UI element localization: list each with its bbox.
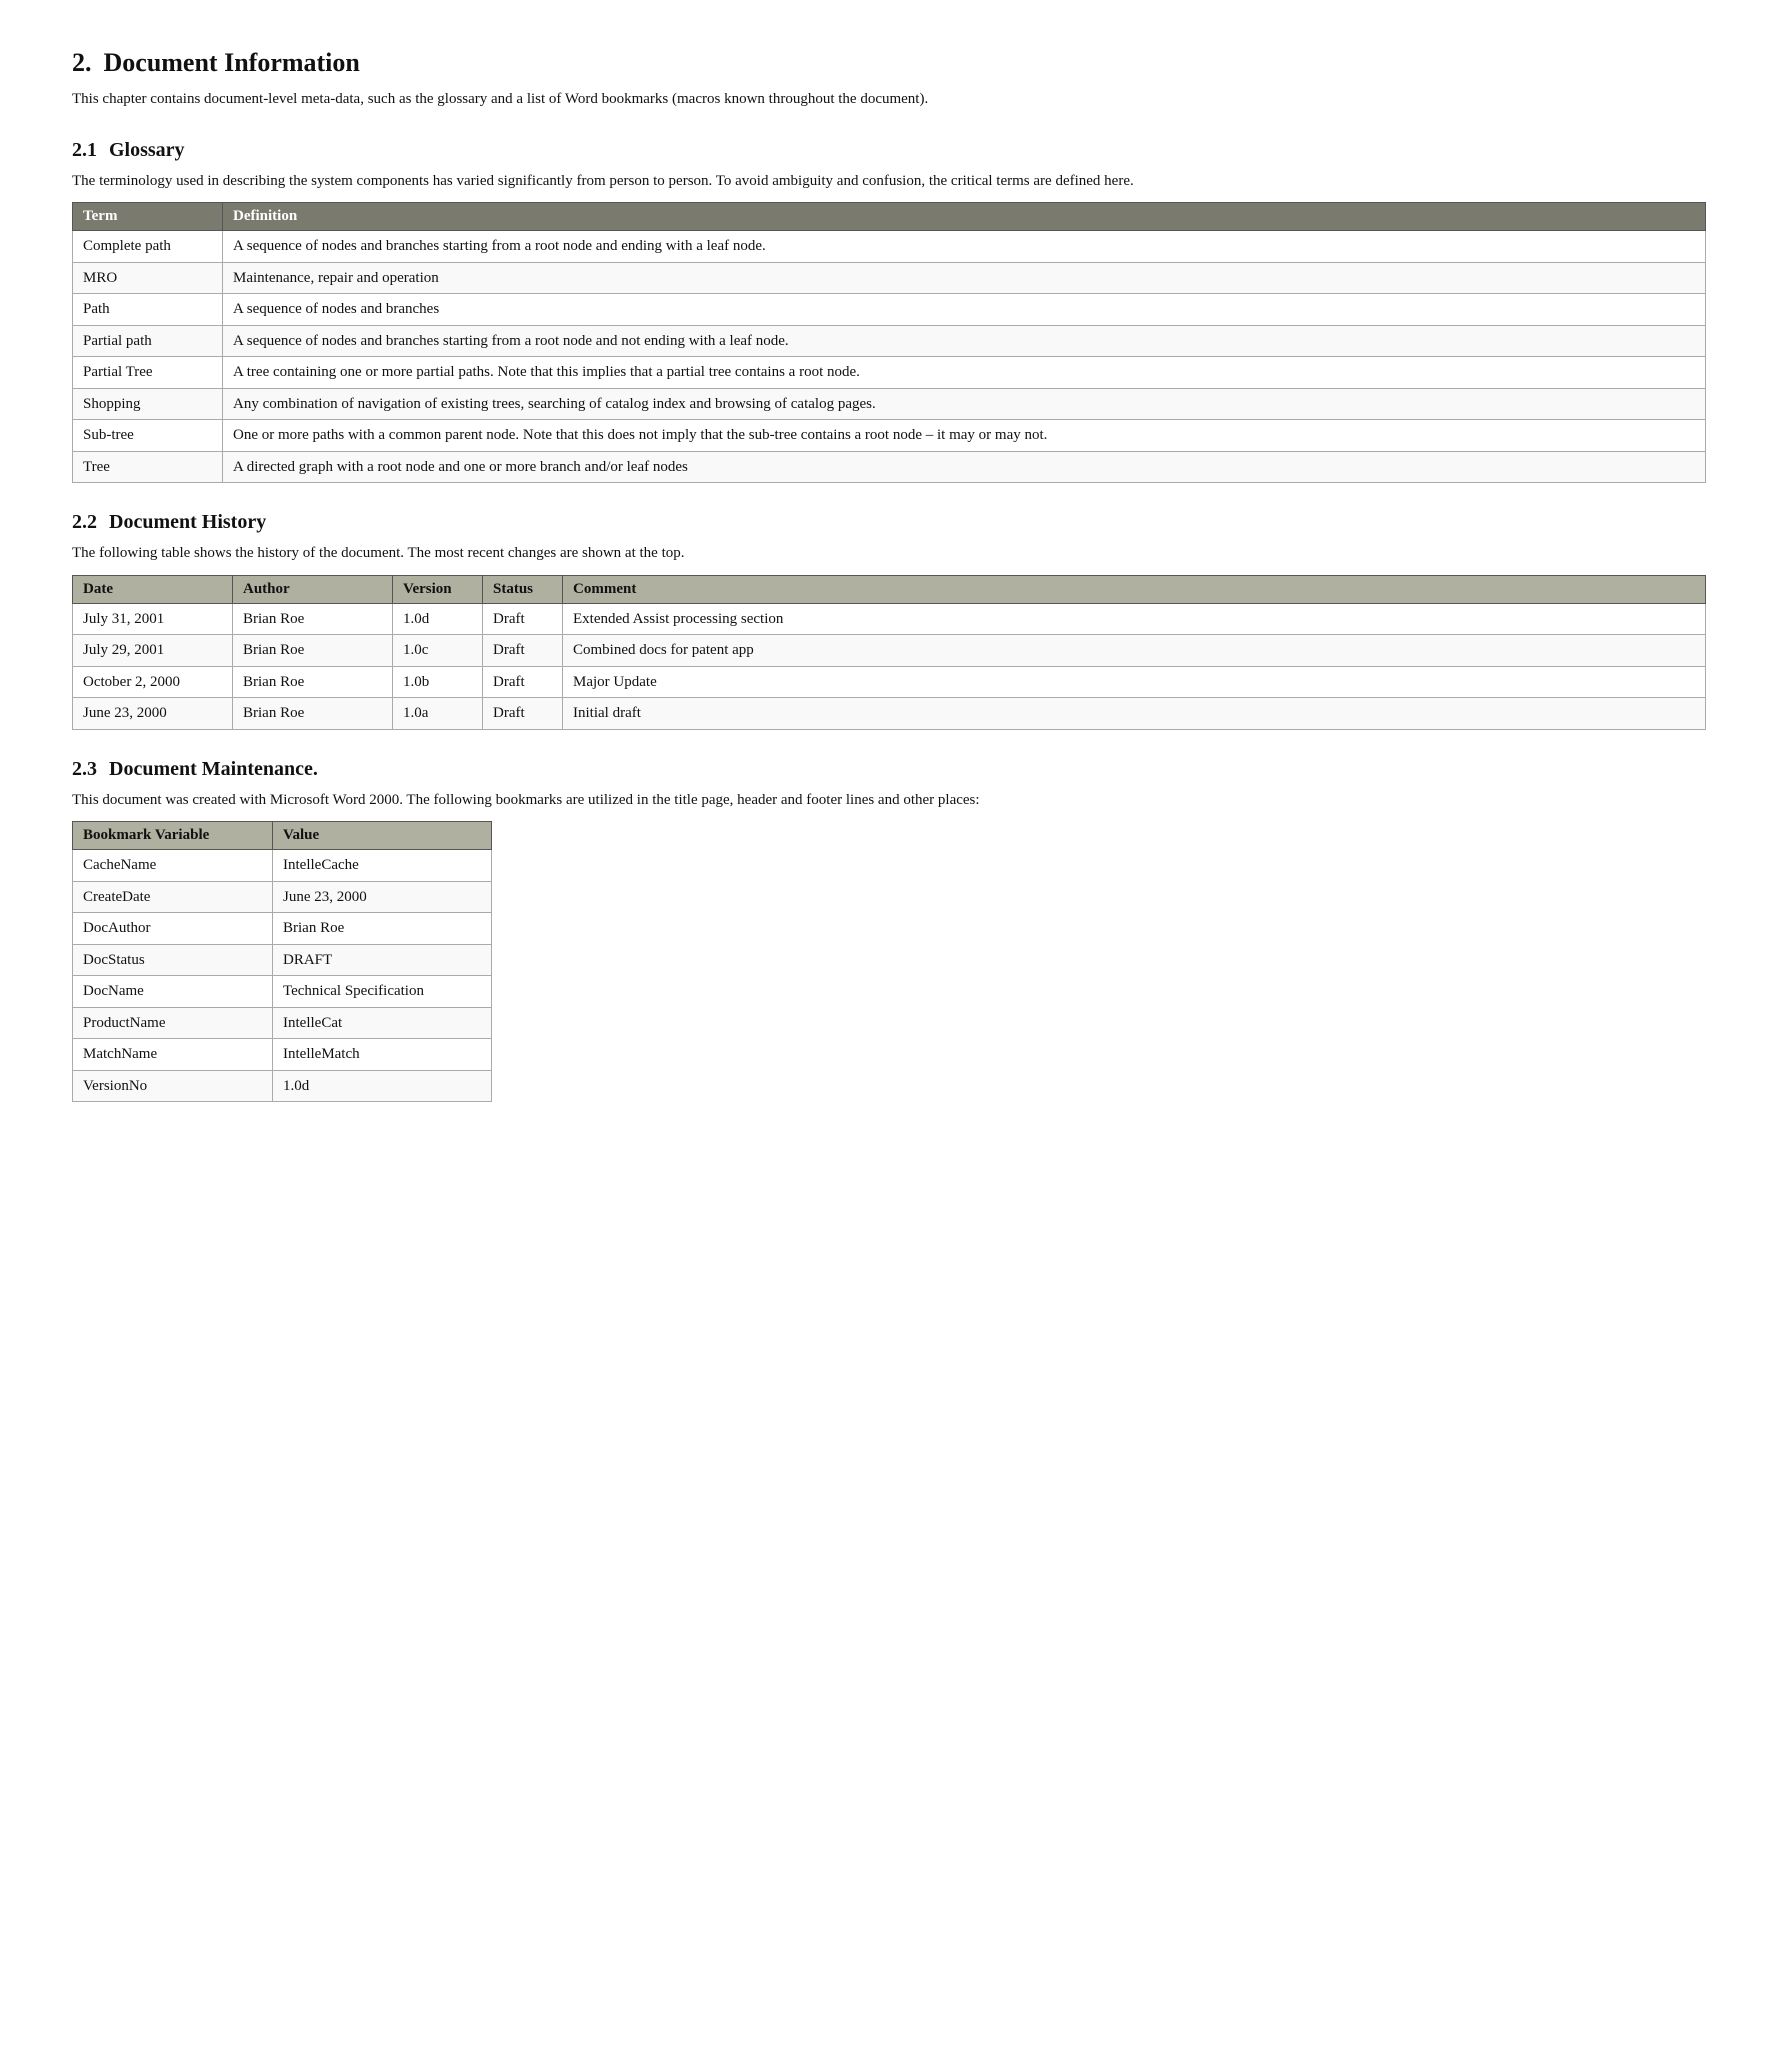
bookmark-variable: CacheName xyxy=(73,850,273,882)
section-23-number: 2.3 xyxy=(72,758,97,780)
bookmark-variable: CreateDate xyxy=(73,881,273,913)
bookmark-value: June 23, 2000 xyxy=(273,881,492,913)
history-col-status: Status xyxy=(483,575,563,603)
history-col-date: Date xyxy=(73,575,233,603)
glossary-table: Term Definition Complete pathA sequence … xyxy=(72,202,1706,483)
glossary-col-definition: Definition xyxy=(223,203,1706,231)
bookmark-value: Technical Specification xyxy=(273,976,492,1008)
bookmark-variable: MatchName xyxy=(73,1039,273,1071)
glossary-definition: One or more paths with a common parent n… xyxy=(223,420,1706,452)
history-row: July 31, 2001Brian Roe1.0dDraftExtended … xyxy=(73,603,1706,635)
history-status: Draft xyxy=(483,603,563,635)
bookmark-value: IntelleCache xyxy=(273,850,492,882)
bookmark-table: Bookmark Variable Value CacheNameIntelle… xyxy=(72,821,492,1102)
glossary-definition: A sequence of nodes and branches startin… xyxy=(223,231,1706,263)
history-version: 1.0b xyxy=(393,666,483,698)
history-author: Brian Roe xyxy=(233,603,393,635)
section-21-number: 2.1 xyxy=(72,139,97,161)
glossary-row: PathA sequence of nodes and branches xyxy=(73,294,1706,326)
bookmark-row: DocStatusDRAFT xyxy=(73,944,492,976)
section-23-title: 2.3Document Maintenance. xyxy=(72,758,1706,781)
bookmark-row: DocAuthorBrian Roe xyxy=(73,913,492,945)
bookmark-row: CacheNameIntelleCache xyxy=(73,850,492,882)
glossary-row: ShoppingAny combination of navigation of… xyxy=(73,388,1706,420)
section-22-number: 2.2 xyxy=(72,511,97,533)
glossary-row: MROMaintenance, repair and operation xyxy=(73,262,1706,294)
bookmark-col-variable: Bookmark Variable xyxy=(73,822,273,850)
history-row: June 23, 2000Brian Roe1.0aDraftInitial d… xyxy=(73,698,1706,730)
glossary-term: Complete path xyxy=(73,231,223,263)
history-author: Brian Roe xyxy=(233,698,393,730)
glossary-row: TreeA directed graph with a root node an… xyxy=(73,451,1706,483)
glossary-row: Sub-treeOne or more paths with a common … xyxy=(73,420,1706,452)
glossary-definition: A sequence of nodes and branches startin… xyxy=(223,325,1706,357)
glossary-term: Sub-tree xyxy=(73,420,223,452)
bookmark-value: IntelleCat xyxy=(273,1007,492,1039)
glossary-definition: A directed graph with a root node and on… xyxy=(223,451,1706,483)
glossary-term: Tree xyxy=(73,451,223,483)
history-table: Date Author Version Status Comment July … xyxy=(72,575,1706,730)
bookmark-value: IntelleMatch xyxy=(273,1039,492,1071)
history-row: July 29, 2001Brian Roe1.0cDraftCombined … xyxy=(73,635,1706,667)
glossary-definition: Maintenance, repair and operation xyxy=(223,262,1706,294)
history-col-author: Author xyxy=(233,575,393,603)
section-2-title: 2.Document Information xyxy=(72,48,1706,78)
history-author: Brian Roe xyxy=(233,666,393,698)
history-version: 1.0c xyxy=(393,635,483,667)
bookmark-col-value: Value xyxy=(273,822,492,850)
bookmark-row: MatchNameIntelleMatch xyxy=(73,1039,492,1071)
history-status: Draft xyxy=(483,698,563,730)
history-version: 1.0a xyxy=(393,698,483,730)
bookmark-variable: DocName xyxy=(73,976,273,1008)
glossary-row: Complete pathA sequence of nodes and bra… xyxy=(73,231,1706,263)
bookmark-variable: VersionNo xyxy=(73,1070,273,1102)
glossary-row: Partial TreeA tree containing one or mor… xyxy=(73,357,1706,389)
bookmark-value: 1.0d xyxy=(273,1070,492,1102)
section-2-number: 2. xyxy=(72,48,92,77)
section-21-title: 2.1Glossary xyxy=(72,139,1706,162)
bookmark-row: DocNameTechnical Specification xyxy=(73,976,492,1008)
section-23-intro: This document was created with Microsoft… xyxy=(72,789,1706,812)
history-date: July 29, 2001 xyxy=(73,635,233,667)
section-2-intro: This chapter contains document-level met… xyxy=(72,88,1706,111)
glossary-term: Path xyxy=(73,294,223,326)
history-version: 1.0d xyxy=(393,603,483,635)
history-col-comment: Comment xyxy=(563,575,1706,603)
bookmark-value: DRAFT xyxy=(273,944,492,976)
section-22-title: 2.2Document History xyxy=(72,511,1706,534)
history-comment: Extended Assist processing section xyxy=(563,603,1706,635)
bookmark-variable: ProductName xyxy=(73,1007,273,1039)
history-status: Draft xyxy=(483,635,563,667)
section-21-intro: The terminology used in describing the s… xyxy=(72,170,1706,193)
glossary-term: Shopping xyxy=(73,388,223,420)
glossary-col-term: Term xyxy=(73,203,223,231)
glossary-definition: A tree containing one or more partial pa… xyxy=(223,357,1706,389)
section-22-intro: The following table shows the history of… xyxy=(72,542,1706,565)
glossary-definition: A sequence of nodes and branches xyxy=(223,294,1706,326)
glossary-row: Partial pathA sequence of nodes and bran… xyxy=(73,325,1706,357)
history-date: October 2, 2000 xyxy=(73,666,233,698)
bookmark-row: VersionNo1.0d xyxy=(73,1070,492,1102)
bookmark-variable: DocStatus xyxy=(73,944,273,976)
history-status: Draft xyxy=(483,666,563,698)
history-comment: Combined docs for patent app xyxy=(563,635,1706,667)
bookmark-row: ProductNameIntelleCat xyxy=(73,1007,492,1039)
history-comment: Major Update xyxy=(563,666,1706,698)
history-date: June 23, 2000 xyxy=(73,698,233,730)
history-col-version: Version xyxy=(393,575,483,603)
history-author: Brian Roe xyxy=(233,635,393,667)
glossary-term: Partial path xyxy=(73,325,223,357)
history-comment: Initial draft xyxy=(563,698,1706,730)
history-date: July 31, 2001 xyxy=(73,603,233,635)
bookmark-row: CreateDateJune 23, 2000 xyxy=(73,881,492,913)
bookmark-value: Brian Roe xyxy=(273,913,492,945)
bookmark-variable: DocAuthor xyxy=(73,913,273,945)
history-row: October 2, 2000Brian Roe1.0bDraftMajor U… xyxy=(73,666,1706,698)
glossary-term: MRO xyxy=(73,262,223,294)
glossary-term: Partial Tree xyxy=(73,357,223,389)
glossary-definition: Any combination of navigation of existin… xyxy=(223,388,1706,420)
